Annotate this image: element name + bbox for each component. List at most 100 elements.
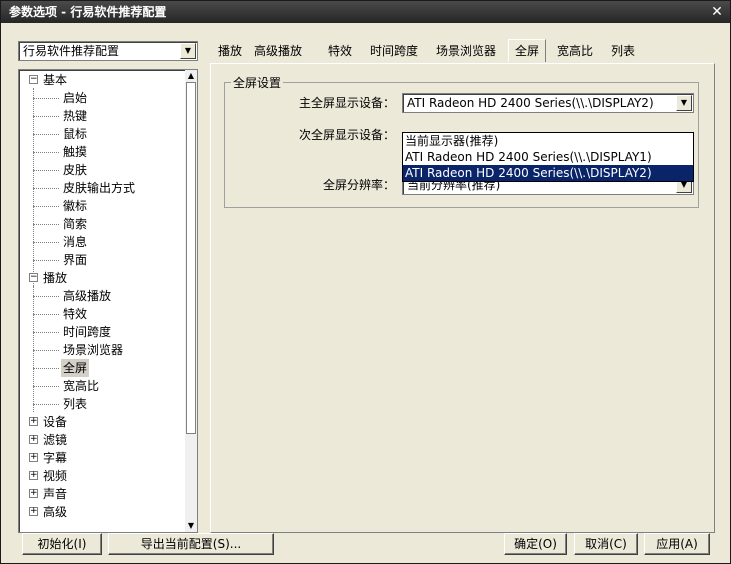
tree-connector — [33, 242, 59, 243]
secondary-display-label: 次全屏显示设备： — [298, 128, 395, 142]
scroll-thumb[interactable] — [186, 82, 196, 434]
dropdown-option-selected[interactable]: ATI Radeon HD 2400 Series(\\.\DISPLAY2) — [403, 165, 693, 181]
tree-item-label: 播放 — [43, 271, 68, 285]
expand-icon[interactable]: + — [29, 471, 38, 480]
tab-time-span[interactable]: 时间跨度 — [364, 41, 424, 63]
tree-child-item[interactable]: 皮肤输出方式 — [19, 179, 179, 197]
profile-select[interactable]: 行易软件推荐配置 ▼ — [18, 41, 198, 61]
dropdown-option[interactable]: ATI Radeon HD 2400 Series(\\.\DISPLAY1) — [403, 149, 693, 165]
tree-connector — [33, 296, 59, 297]
tree-item-label: 热键 — [63, 109, 88, 123]
tree-child-item[interactable]: 宽高比 — [19, 377, 179, 395]
ok-button[interactable]: 确定(O) — [504, 533, 567, 555]
scroll-up-icon[interactable]: ▲ — [185, 70, 197, 82]
tree-scrollbar[interactable]: ▲ ▼ — [185, 70, 197, 532]
group-title: 全屏设置 — [231, 74, 284, 91]
window-title: 参数选项 - 行易软件推荐配置 — [9, 5, 167, 19]
export-config-button[interactable]: 导出当前配置(S)... — [108, 533, 274, 555]
tree-item-label: 宽高比 — [63, 379, 100, 393]
tab-aspect-ratio[interactable]: 宽高比 — [551, 41, 599, 63]
tree-child-item[interactable]: 消息 — [19, 233, 179, 251]
tree-connector — [33, 314, 59, 315]
tree-category-item[interactable]: + 字幕 — [19, 449, 179, 467]
tree-child-item[interactable]: 特效 — [19, 305, 179, 323]
tree-child-item[interactable]: 鼠标 — [19, 125, 179, 143]
chevron-down-icon[interactable]: ▼ — [180, 43, 196, 59]
tree-child-item[interactable]: 触摸 — [19, 143, 179, 161]
collapse-icon[interactable]: − — [29, 273, 38, 282]
preferences-window: 参数选项 - 行易软件推荐配置 ✕ 行易软件推荐配置 ▼ − 基本 启始 热键 鼠标 触摸… — [0, 0, 731, 564]
chevron-down-icon[interactable]: ▼ — [676, 95, 692, 111]
secondary-display-dropdown[interactable]: 当前显示器(推荐) ATI Radeon HD 2400 Series(\\.\… — [402, 132, 694, 182]
primary-display-select[interactable]: ATI Radeon HD 2400 Series(\\.\DISPLAY2) … — [402, 93, 694, 113]
tree-item-label: 启始 — [63, 91, 88, 105]
tree-child-item[interactable]: 时间跨度 — [19, 323, 179, 341]
tree-connector — [33, 368, 59, 369]
tree-item-label: 声音 — [43, 487, 68, 501]
tree-category-item[interactable]: − 播放 — [19, 269, 179, 287]
tree-child-item[interactable]: 场景浏览器 — [19, 341, 179, 359]
tree-category-item[interactable]: + 滤镜 — [19, 431, 179, 449]
tree-child-item[interactable]: 徽标 — [19, 197, 179, 215]
tab-advanced-playback[interactable]: 高级播放 — [248, 41, 308, 63]
tree-item-label: 基本 — [43, 73, 68, 87]
expand-icon[interactable]: + — [29, 489, 38, 498]
tree-item-label: 特效 — [63, 307, 88, 321]
tab-scene-browser[interactable]: 场景浏览器 — [430, 41, 502, 63]
tree-child-item[interactable]: 简索 — [19, 215, 179, 233]
tree-item-label: 皮肤 — [63, 163, 88, 177]
tree-connector — [33, 260, 59, 261]
close-icon[interactable]: ✕ — [710, 1, 724, 23]
tree-child-item[interactable]: 热键 — [19, 107, 179, 125]
tree-connector — [33, 98, 59, 99]
title-bar[interactable]: 参数选项 - 行易软件推荐配置 ✕ — [1, 1, 730, 23]
init-button[interactable]: 初始化(I) — [22, 533, 102, 555]
expand-icon[interactable]: + — [29, 507, 38, 516]
tree-connector — [33, 386, 59, 387]
tree-connector — [33, 332, 59, 333]
profile-select-value: 行易软件推荐配置 — [23, 44, 120, 58]
expand-icon[interactable]: + — [29, 435, 38, 444]
tree-connector — [33, 404, 59, 405]
tab-playback[interactable]: 播放 — [212, 41, 248, 63]
tree-item-label: 字幕 — [43, 451, 68, 465]
tree-item-label: 皮肤输出方式 — [63, 181, 136, 195]
tree-child-item[interactable]: 界面 — [19, 251, 179, 269]
tree-category-item[interactable]: − 基本 — [19, 71, 179, 89]
tab-fullscreen[interactable]: 全屏 — [508, 39, 547, 62]
tree-connector — [33, 350, 59, 351]
tree-child-item[interactable]: 全屏 — [19, 359, 179, 377]
tree-connector — [33, 152, 59, 153]
primary-display-value: ATI Radeon HD 2400 Series(\\.\DISPLAY2) — [407, 96, 654, 110]
tree-child-item[interactable]: 皮肤 — [19, 161, 179, 179]
settings-tree[interactable]: − 基本 启始 热键 鼠标 触摸 皮肤 皮肤输出方式 徽标 简索 消息 界面 − 播放 高级播放 特效 时间跨度… — [18, 69, 198, 533]
apply-button[interactable]: 应用(A) — [644, 533, 710, 555]
tree-category-item[interactable]: + 声音 — [19, 485, 179, 503]
tree-category-item[interactable]: + 高级 — [19, 503, 179, 521]
primary-display-label: 主全屏显示设备： — [298, 96, 395, 110]
resolution-label: 全屏分辨率： — [322, 178, 395, 192]
tree-connector — [33, 116, 59, 117]
cancel-button[interactable]: 取消(C) — [574, 533, 638, 555]
expand-icon[interactable]: + — [29, 453, 38, 462]
dropdown-option[interactable]: 当前显示器(推荐) — [403, 133, 693, 149]
tree-item-label: 简索 — [63, 217, 88, 231]
tree-item-label: 视频 — [43, 469, 68, 483]
tree-item-label: 列表 — [63, 397, 88, 411]
tree-connector — [33, 224, 59, 225]
tree-item-label: 触摸 — [63, 145, 88, 159]
tree-child-item[interactable]: 高级播放 — [19, 287, 179, 305]
tree-child-item[interactable]: 启始 — [19, 89, 179, 107]
tab-effects[interactable]: 特效 — [322, 41, 358, 63]
tree-item-label: 全屏 — [61, 359, 90, 377]
tree-category-item[interactable]: + 视频 — [19, 467, 179, 485]
scroll-down-icon[interactable]: ▼ — [185, 520, 197, 532]
expand-icon[interactable]: + — [29, 417, 38, 426]
tab-list[interactable]: 列表 — [605, 41, 641, 63]
tree-child-item[interactable]: 列表 — [19, 395, 179, 413]
tree-category-item[interactable]: + 设备 — [19, 413, 179, 431]
tree-item-label: 高级 — [43, 505, 68, 519]
tree-item-label: 界面 — [63, 253, 88, 267]
tree-item-label: 滤镜 — [43, 433, 68, 447]
collapse-icon[interactable]: − — [29, 75, 38, 84]
